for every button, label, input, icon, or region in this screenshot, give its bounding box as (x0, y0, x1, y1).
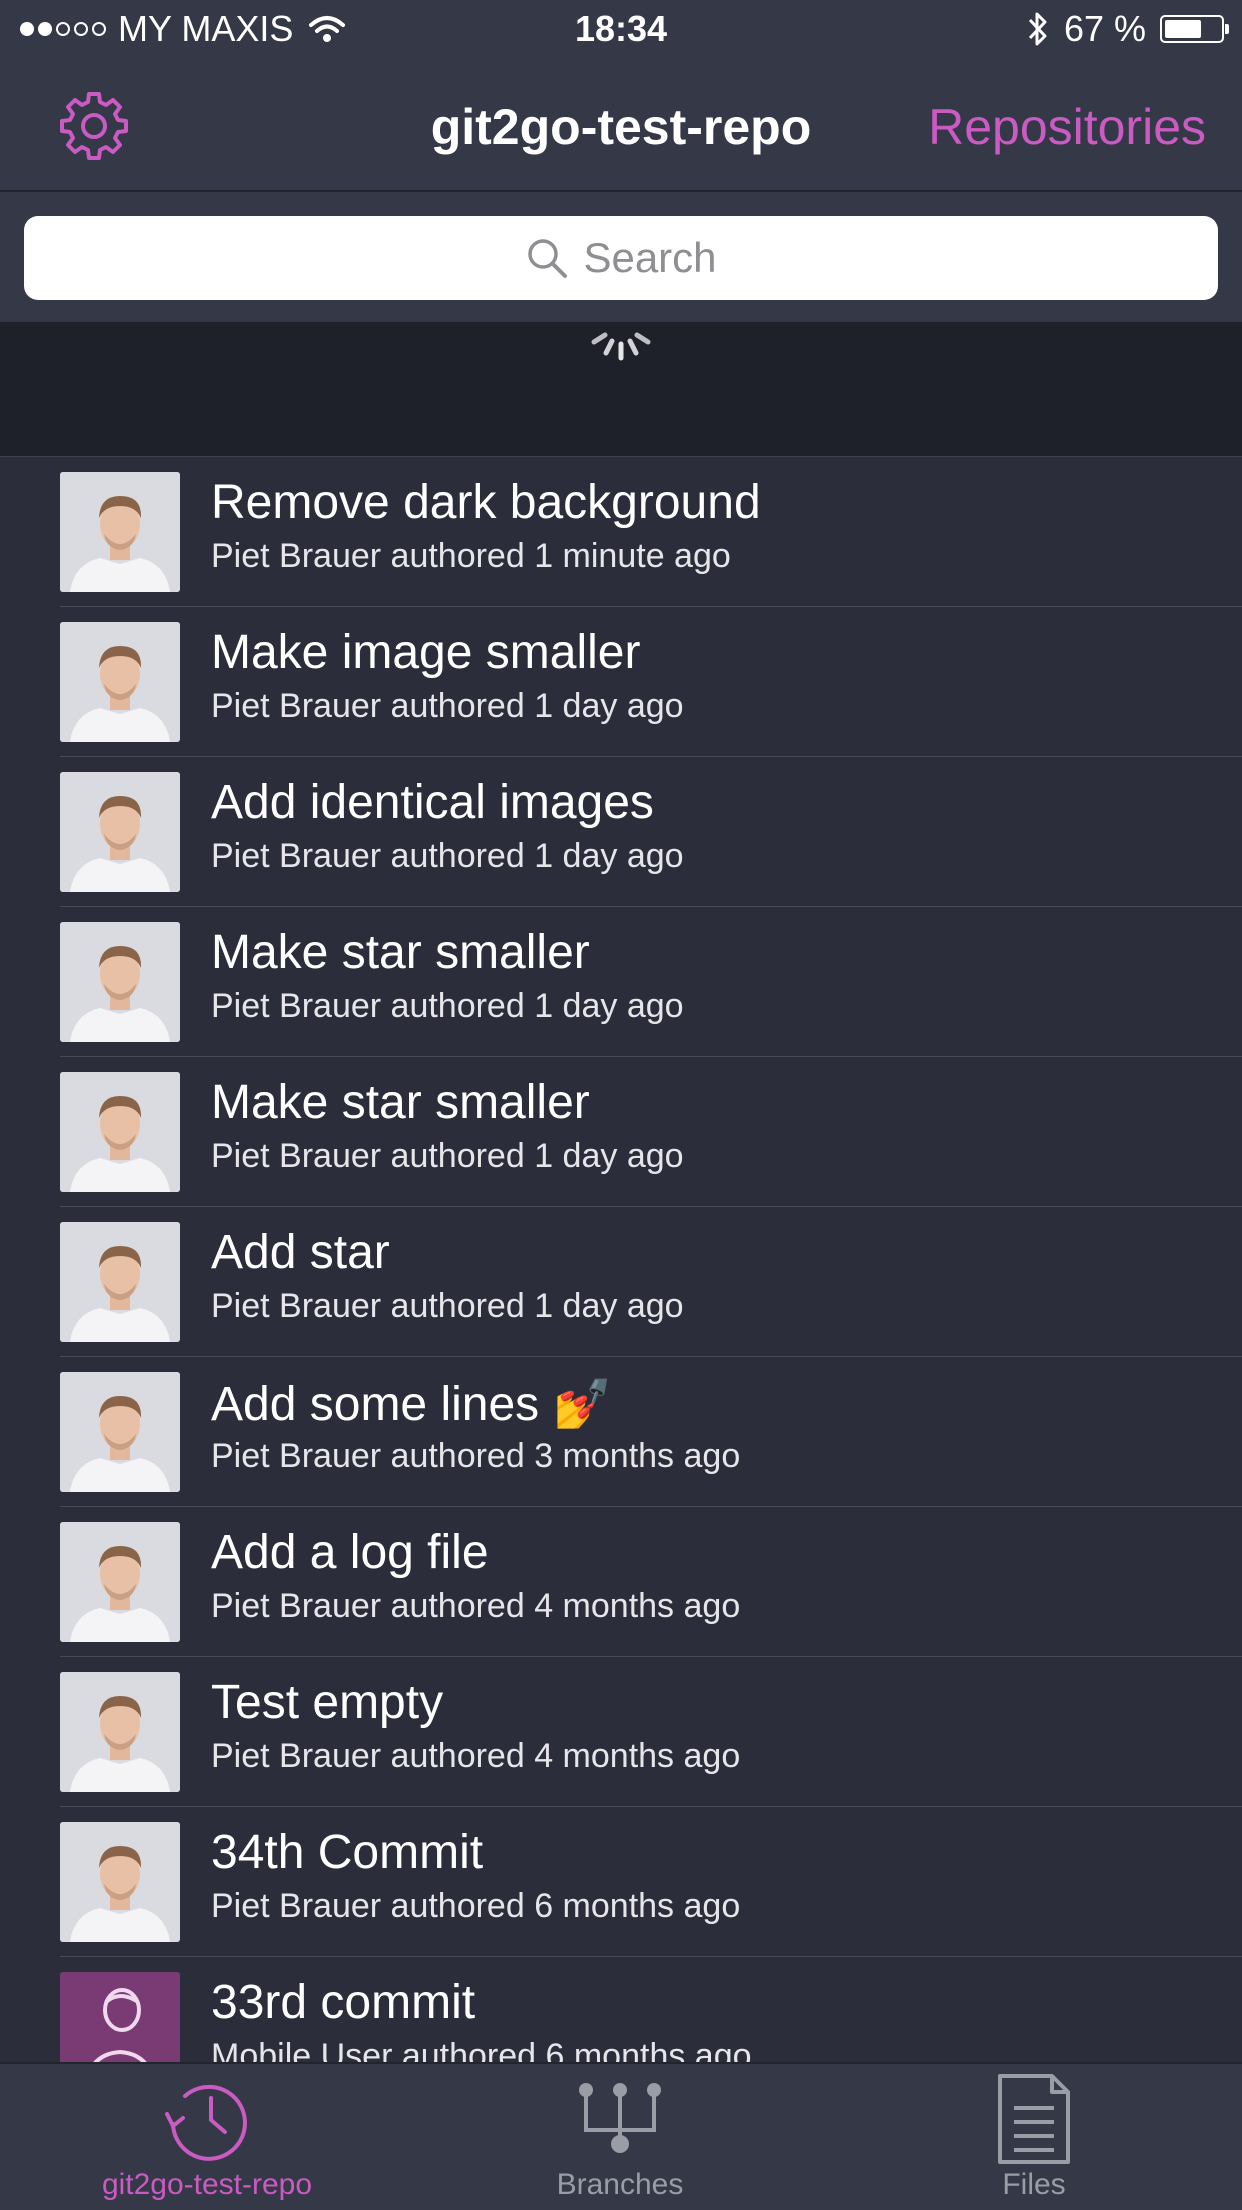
commit-row[interactable]: Add star Piet Brauer authored 1 day ago (0, 1207, 1242, 1357)
status-bar: MY MAXIS 18:34 67 % (0, 0, 1242, 62)
avatar (60, 772, 180, 892)
avatar (60, 1672, 180, 1792)
commit-author-time: Piet Brauer authored 6 months ago (211, 1887, 741, 1925)
repositories-button[interactable]: Repositories (928, 98, 1206, 156)
commit-title: Add some lines 💅 (211, 1378, 613, 1431)
loading-spinner-icon (591, 332, 651, 361)
commit-author-time: Piet Brauer authored 4 months ago (211, 1737, 741, 1775)
commit-row[interactable]: Add a log file Piet Brauer authored 4 mon… (0, 1507, 1242, 1657)
commit-author-time: Mobile User authored 6 months ago (211, 2037, 752, 2063)
avatar (60, 1822, 180, 1942)
tab-history[interactable]: git2go-test-repo (60, 2064, 354, 2210)
avatar (60, 1522, 180, 1642)
bluetooth-icon (1028, 12, 1047, 46)
commit-title: Remove dark background (211, 476, 761, 529)
status-right: 67 % (1026, 8, 1229, 50)
avatar (60, 1972, 180, 2063)
battery-percent: 67 % (1063, 8, 1146, 49)
commit-list: Remove dark background Piet Brauer author… (0, 456, 1242, 2063)
commit-author-time: Piet Brauer authored 1 day ago (211, 1137, 684, 1175)
branches-icon (579, 2083, 661, 2153)
commit-title: 33rd commit (211, 1976, 476, 2029)
commit-title: Make star smaller (211, 1076, 590, 1129)
search-placeholder: Search (583, 234, 717, 281)
tab-files[interactable]: Files (934, 2064, 1134, 2210)
commit-title: 34th Commit (211, 1826, 484, 1879)
commit-title: Add star (211, 1226, 390, 1279)
commit-author-time: Piet Brauer authored 1 day ago (211, 987, 684, 1025)
commit-row[interactable]: Remove dark background Piet Brauer author… (0, 457, 1242, 607)
commit-author-time: Piet Brauer authored 4 months ago (211, 1587, 741, 1625)
commit-title: Make star smaller (211, 926, 590, 979)
commit-row[interactable]: Add some lines 💅 Piet Brauer authored 3 m… (0, 1357, 1242, 1507)
search-icon (528, 239, 568, 278)
commit-row[interactable]: Make star smaller Piet Brauer authored 1 … (0, 1057, 1242, 1207)
commit-author-time: Piet Brauer authored 1 day ago (211, 837, 684, 875)
avatar (60, 1372, 180, 1492)
commit-row[interactable]: Make star smaller Piet Brauer authored 1 … (0, 907, 1242, 1057)
tab-branches[interactable]: Branches (520, 2064, 720, 2210)
commit-author-time: Piet Brauer authored 1 day ago (211, 687, 684, 725)
commit-title: Add a log file (211, 1526, 489, 1579)
tab-history-label: git2go-test-repo (101, 2168, 313, 2201)
avatar (60, 472, 180, 592)
commit-row[interactable]: 33rd commit Mobile User authored 6 months… (0, 1957, 1242, 2063)
commit-row[interactable]: Add identical images Piet Brauer authored… (0, 757, 1242, 907)
avatar (60, 622, 180, 742)
avatar (60, 922, 180, 1042)
commit-title: Make image smaller (211, 626, 641, 679)
commit-author-time: Piet Brauer authored 3 months ago (211, 1437, 741, 1475)
commit-row[interactable]: Make image smaller Piet Brauer authored 1… (0, 607, 1242, 757)
commit-author-time: Piet Brauer authored 1 day ago (211, 1287, 684, 1325)
commit-row[interactable]: Test empty Piet Brauer authored 4 months … (0, 1657, 1242, 1807)
tab-bar: git2go-test-repo Branches Files (0, 2062, 1242, 2210)
commit-title: Test empty (211, 1676, 444, 1729)
tab-files-label: Files (1002, 2168, 1066, 2201)
avatar (60, 1222, 180, 1342)
battery-icon (1160, 15, 1229, 43)
commit-row[interactable]: 34th Commit Piet Brauer authored 6 months… (0, 1807, 1242, 1957)
search-input[interactable]: Search (24, 216, 1218, 300)
commit-title: Add identical images (211, 776, 654, 829)
navigation-bar: git2go-test-repo Repositories (0, 62, 1242, 192)
commit-author-time: Piet Brauer authored 1 minute ago (211, 537, 731, 575)
pull-to-refresh-area (0, 322, 1242, 456)
file-icon (998, 2074, 1070, 2164)
tab-branches-label: Branches (556, 2168, 684, 2201)
history-icon (165, 2084, 247, 2161)
avatar (60, 1072, 180, 1192)
